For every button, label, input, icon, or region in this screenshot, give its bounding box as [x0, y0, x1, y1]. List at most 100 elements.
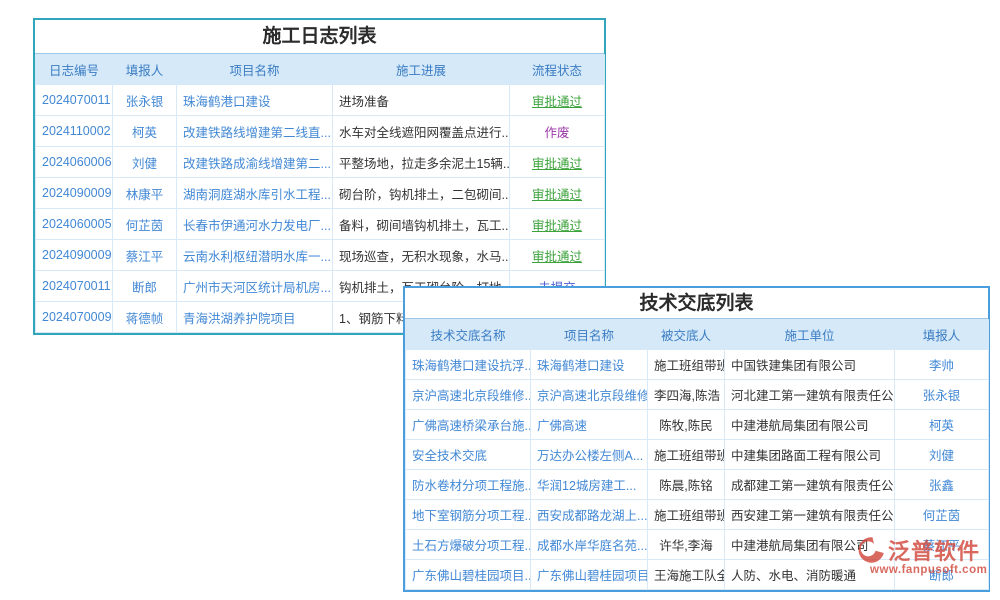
unit-text: 中建港航局集团有限公司	[725, 410, 895, 440]
disclosure-name-link[interactable]: 土石方爆破分项工程...	[406, 530, 531, 560]
unit-text: 中国铁建集团有限公司	[725, 350, 895, 380]
reporter-link[interactable]: 柯英	[113, 116, 177, 147]
reporter-link[interactable]: 断郎	[113, 271, 177, 302]
status-link[interactable]: 审批通过	[510, 178, 605, 209]
project-link[interactable]: 湖南洞庭湖水库引水工程...	[177, 178, 333, 209]
receiver-text: 陈牧,陈民	[648, 410, 725, 440]
receiver-text: 李四海,陈浩	[648, 380, 725, 410]
project-link[interactable]: 成都水岸华庭名苑...	[531, 530, 648, 560]
progress-text: 砌台阶，钩机排土，二包砌间...	[333, 178, 510, 209]
technical-disclosure-title: 技术交底列表	[405, 288, 988, 319]
disclosure-name-link[interactable]: 地下室钢筋分项工程...	[406, 500, 531, 530]
log-id-link[interactable]: 2024070011	[36, 85, 113, 116]
column-header-reporter: 填报人	[113, 55, 177, 85]
disclosure-name-link[interactable]: 防水卷材分项工程施...	[406, 470, 531, 500]
column-header-receiver: 被交底人	[648, 320, 725, 350]
project-link[interactable]: 改建铁路线增建第二线直...	[177, 116, 333, 147]
table-row: 珠海鹤港口建设抗浮... 珠海鹤港口建设 施工班组带班... 中国铁建集团有限公…	[406, 350, 989, 380]
project-link[interactable]: 青海洪湖养护院项目	[177, 302, 333, 333]
reporter-link[interactable]: 何芷茵	[895, 500, 989, 530]
status-link[interactable]: 审批通过	[510, 85, 605, 116]
reporter-link[interactable]: 李帅	[895, 350, 989, 380]
reporter-link[interactable]: 刘健	[895, 440, 989, 470]
receiver-text: 许华,李海	[648, 530, 725, 560]
project-link[interactable]: 京沪高速北京段维修	[531, 380, 648, 410]
column-header-progress: 施工进展	[333, 55, 510, 85]
reporter-link[interactable]: 张永银	[113, 85, 177, 116]
project-link[interactable]: 广东佛山碧桂园项目	[531, 560, 648, 590]
status-link[interactable]: 审批通过	[510, 240, 605, 271]
reporter-link[interactable]: 张永银	[895, 380, 989, 410]
disclosure-name-link[interactable]: 京沪高速北京段维修...	[406, 380, 531, 410]
vendor-watermark: 泛普软件 www.fanpusoft.com	[856, 534, 987, 576]
progress-text: 进场准备	[333, 85, 510, 116]
log-id-link[interactable]: 2024090009	[36, 240, 113, 271]
unit-text: 成都建工第一建筑有限责任公司	[725, 470, 895, 500]
log-id-link[interactable]: 2024070009	[36, 302, 113, 333]
log-id-link[interactable]: 2024060006	[36, 147, 113, 178]
disclosure-name-link[interactable]: 广东佛山碧桂园项目...	[406, 560, 531, 590]
log-id-link[interactable]: 2024070011	[36, 271, 113, 302]
reporter-link[interactable]: 张鑫	[895, 470, 989, 500]
table-row: 2024070011 张永银 珠海鹤港口建设 进场准备 审批通过	[36, 85, 605, 116]
log-id-link[interactable]: 2024090009	[36, 178, 113, 209]
reporter-link[interactable]: 刘健	[113, 147, 177, 178]
status-link[interactable]: 审批通过	[510, 147, 605, 178]
disclosure-name-link[interactable]: 珠海鹤港口建设抗浮...	[406, 350, 531, 380]
receiver-text: 施工班组带班...	[648, 440, 725, 470]
column-header-project: 项目名称	[177, 55, 333, 85]
reporter-link[interactable]: 何芷茵	[113, 209, 177, 240]
unit-text: 中建集团路面工程有限公司	[725, 440, 895, 470]
table-row: 安全技术交底 万达办公楼左侧A... 施工班组带班... 中建集团路面工程有限公…	[406, 440, 989, 470]
status-link[interactable]: 作废	[510, 116, 605, 147]
receiver-text: 王海施工队全队	[648, 560, 725, 590]
project-link[interactable]: 云南水利枢纽潜明水库一...	[177, 240, 333, 271]
reporter-link[interactable]: 柯英	[895, 410, 989, 440]
table-row: 防水卷材分项工程施... 华润12城房建工... 陈晨,陈铭 成都建工第一建筑有…	[406, 470, 989, 500]
table-row: 地下室钢筋分项工程... 西安成都路龙湖上... 施工班组带班... 西安建工第…	[406, 500, 989, 530]
table-header-row: 日志编号 填报人 项目名称 施工进展 流程状态	[36, 55, 605, 85]
reporter-link[interactable]: 林康平	[113, 178, 177, 209]
unit-text: 西安建工第一建筑有限责任公司	[725, 500, 895, 530]
project-link[interactable]: 长春市伊通河水力发电厂...	[177, 209, 333, 240]
page: 施工日志列表 日志编号 填报人 项目名称 施工进展 流程状态 202407001…	[0, 0, 1000, 600]
column-header-unit: 施工单位	[725, 320, 895, 350]
status-link[interactable]: 审批通过	[510, 209, 605, 240]
table-row: 2024060005 何芷茵 长春市伊通河水力发电厂... 备料，砌间墙钩机排土…	[36, 209, 605, 240]
project-link[interactable]: 广州市天河区统计局机房...	[177, 271, 333, 302]
construction-log-title: 施工日志列表	[35, 20, 604, 54]
project-link[interactable]: 万达办公楼左侧A...	[531, 440, 648, 470]
column-header-reporter: 填报人	[895, 320, 989, 350]
progress-text: 备料，砌间墙钩机排土，瓦工...	[333, 209, 510, 240]
project-link[interactable]: 广佛高速	[531, 410, 648, 440]
project-link[interactable]: 珠海鹤港口建设	[177, 85, 333, 116]
receiver-text: 施工班组带班...	[648, 350, 725, 380]
disclosure-name-link[interactable]: 安全技术交底	[406, 440, 531, 470]
table-row: 2024090009 蔡江平 云南水利枢纽潜明水库一... 现场巡查，无积水现象…	[36, 240, 605, 271]
table-row: 广佛高速桥梁承台施... 广佛高速 陈牧,陈民 中建港航局集团有限公司 柯英	[406, 410, 989, 440]
watermark-brand-text: 泛普软件	[888, 534, 980, 566]
receiver-text: 施工班组带班...	[648, 500, 725, 530]
project-link[interactable]: 改建铁路成渝线增建第二...	[177, 147, 333, 178]
reporter-link[interactable]: 蒋德帧	[113, 302, 177, 333]
progress-text: 现场巡查，无积水现象，水马...	[333, 240, 510, 271]
reporter-link[interactable]: 蔡江平	[113, 240, 177, 271]
log-id-link[interactable]: 2024060005	[36, 209, 113, 240]
column-header-disclosure-name: 技术交底名称	[406, 320, 531, 350]
progress-text: 平整场地，拉走多余泥土15辆...	[333, 147, 510, 178]
fanpu-logo-icon	[856, 535, 886, 565]
table-row: 2024060006 刘健 改建铁路成渝线增建第二... 平整场地，拉走多余泥土…	[36, 147, 605, 178]
project-link[interactable]: 西安成都路龙湖上...	[531, 500, 648, 530]
project-link[interactable]: 华润12城房建工...	[531, 470, 648, 500]
table-row: 京沪高速北京段维修... 京沪高速北京段维修 李四海,陈浩 河北建工第一建筑有限…	[406, 380, 989, 410]
table-row: 2024110002 柯英 改建铁路线增建第二线直... 水车对全线遮阳网覆盖点…	[36, 116, 605, 147]
unit-text: 河北建工第一建筑有限责任公司	[725, 380, 895, 410]
disclosure-name-link[interactable]: 广佛高速桥梁承台施...	[406, 410, 531, 440]
receiver-text: 陈晨,陈铭	[648, 470, 725, 500]
project-link[interactable]: 珠海鹤港口建设	[531, 350, 648, 380]
column-header-status: 流程状态	[510, 55, 605, 85]
table-header-row: 技术交底名称 项目名称 被交底人 施工单位 填报人	[406, 320, 989, 350]
log-id-link[interactable]: 2024110002	[36, 116, 113, 147]
table-row: 2024090009 林康平 湖南洞庭湖水库引水工程... 砌台阶，钩机排土，二…	[36, 178, 605, 209]
column-header-project: 项目名称	[531, 320, 648, 350]
